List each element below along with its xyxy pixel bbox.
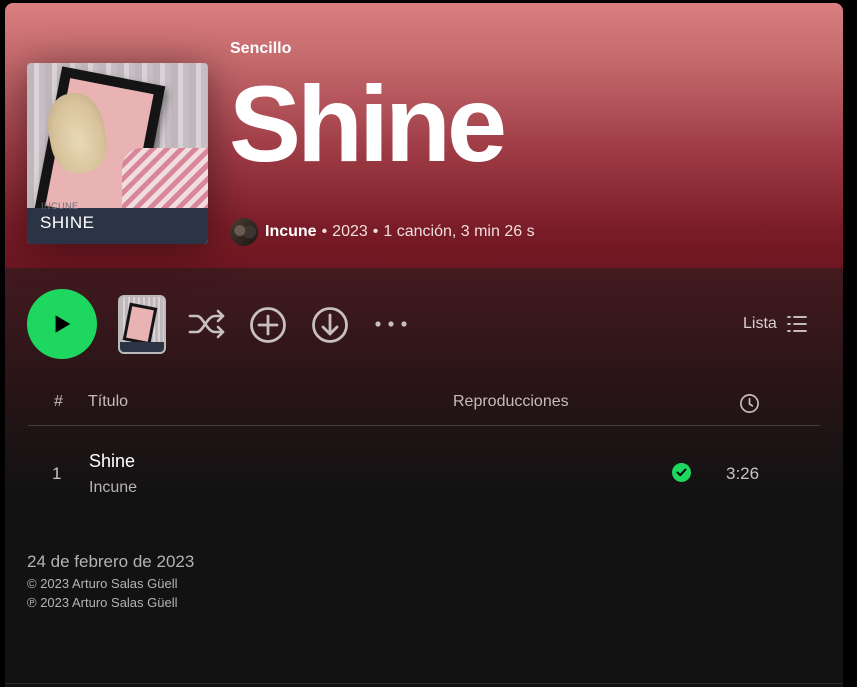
track-title[interactable]: Shine bbox=[89, 451, 135, 472]
more-icon bbox=[375, 321, 407, 327]
separator-dot: • bbox=[372, 223, 379, 240]
table-header-divider bbox=[28, 425, 820, 426]
track-summary: 1 canción, 3 min 26 s bbox=[383, 223, 535, 240]
album-cover: INCUNE SHINE bbox=[27, 63, 208, 244]
artist-avatar[interactable] bbox=[230, 218, 258, 246]
copyright-text: © 2023 Arturo Salas Güell bbox=[27, 576, 178, 591]
release-year: 2023 bbox=[332, 223, 368, 240]
shuffle-icon bbox=[188, 309, 225, 339]
column-header-plays: Reproducciones bbox=[453, 393, 569, 410]
release-date: 24 de febrero de 2023 bbox=[27, 552, 195, 571]
cover-title-text: SHINE bbox=[40, 213, 95, 232]
add-circle-icon bbox=[250, 307, 286, 343]
album-meta: Incune • 2023 • 1 canción, 3 min 26 s bbox=[230, 217, 535, 247]
view-mode-label: Lista bbox=[743, 315, 777, 332]
album-page: INCUNE SHINE Sencillo Shine Incune • 202… bbox=[5, 3, 843, 687]
album-title: Shine bbox=[229, 63, 507, 184]
column-header-duration[interactable] bbox=[739, 393, 760, 419]
download-button[interactable] bbox=[310, 305, 350, 345]
clock-icon bbox=[740, 394, 759, 413]
downloaded-check-icon bbox=[672, 463, 691, 482]
column-header-title[interactable]: Título bbox=[88, 393, 128, 411]
track-number: 1 bbox=[52, 464, 62, 483]
more-options-button[interactable] bbox=[372, 314, 410, 334]
play-button[interactable] bbox=[27, 289, 97, 359]
shuffle-button[interactable] bbox=[186, 303, 228, 345]
track-duration: 3:26 bbox=[726, 464, 760, 483]
track-artist[interactable]: Incune bbox=[89, 479, 137, 497]
phonographic-copyright-text: ℗ 2023 Arturo Salas Güell bbox=[27, 595, 178, 610]
list-view-icon bbox=[786, 316, 807, 332]
download-icon bbox=[312, 307, 348, 343]
add-to-library-button[interactable] bbox=[248, 305, 288, 345]
play-icon bbox=[55, 315, 71, 333]
artist-link[interactable]: Incune bbox=[265, 223, 317, 241]
column-header-number: # bbox=[54, 393, 63, 410]
view-mode-toggle[interactable]: Lista bbox=[743, 312, 807, 336]
release-type-label: Sencillo bbox=[230, 40, 292, 57]
mini-cover-thumbnail[interactable] bbox=[118, 295, 166, 354]
cover-artist-text: INCUNE bbox=[41, 201, 79, 211]
separator-dot: • bbox=[321, 223, 328, 240]
